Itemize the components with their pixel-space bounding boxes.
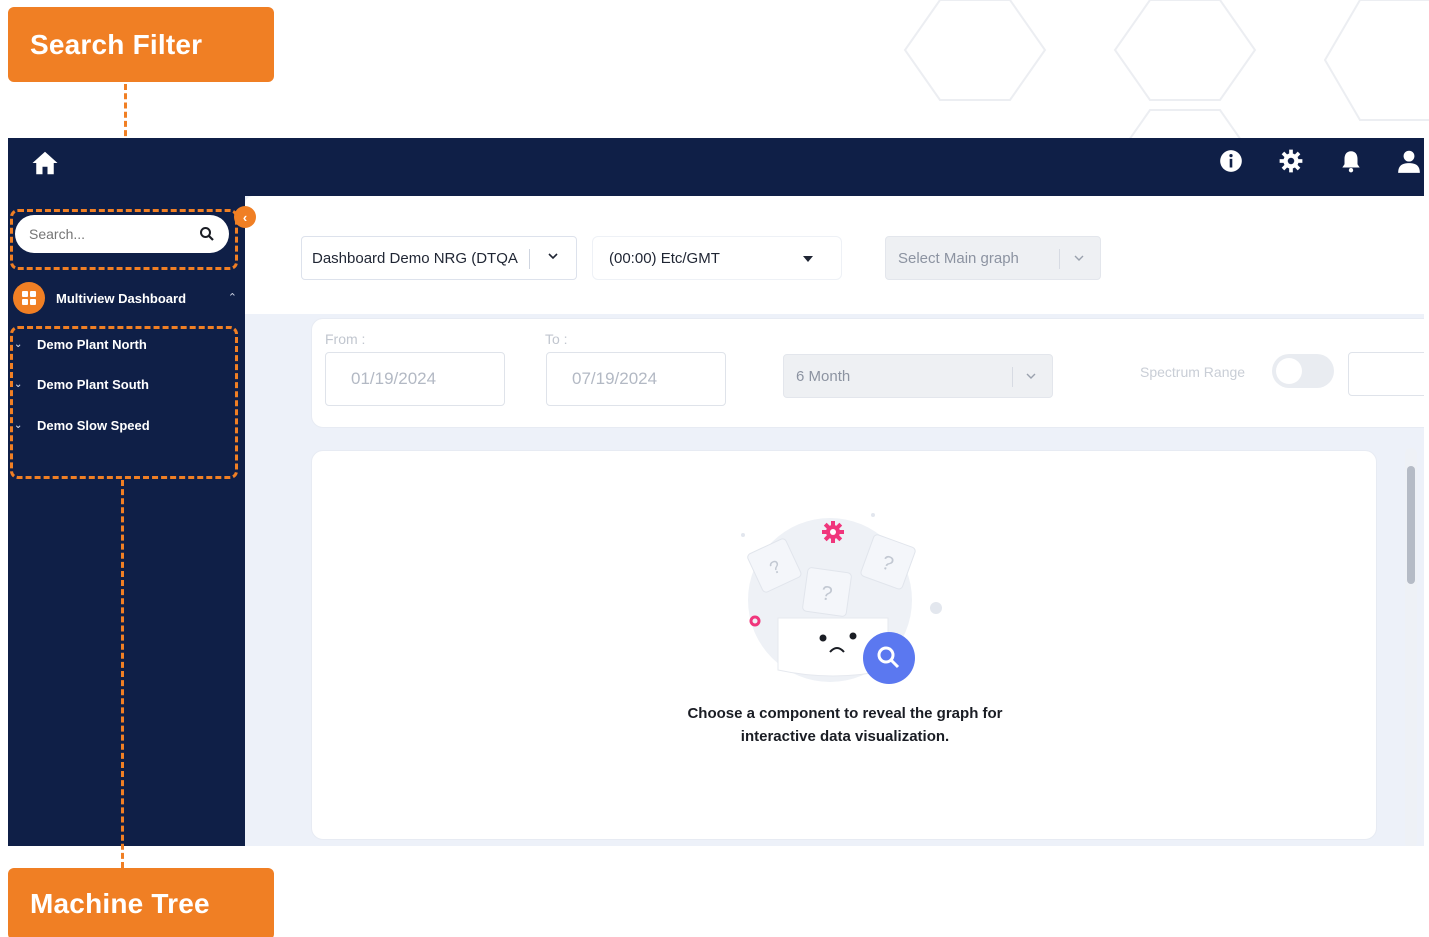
spectrum-range-label: Spectrum Range: [1140, 364, 1246, 380]
multiview-dashboard-group[interactable]: Multiview Dashboard ⌃: [13, 282, 243, 314]
machine-tree-callout: Machine Tree: [8, 868, 274, 937]
grid-icon: [13, 282, 45, 314]
empty-state-line-1: Choose a component to reveal the graph f…: [687, 705, 1003, 722]
search-filter-highlight: [10, 209, 238, 270]
vertical-scrollbar[interactable]: [1405, 448, 1417, 846]
gear-icon[interactable]: [1278, 148, 1304, 174]
from-label: From :: [325, 331, 366, 347]
hexagon-decoration: [903, 0, 1429, 140]
machine-tree-highlight: [10, 326, 238, 479]
spectrum-range-toggle[interactable]: [1272, 354, 1334, 388]
user-icon[interactable]: [1396, 148, 1422, 174]
multiview-dashboard-label: Multiview Dashboard: [56, 290, 187, 306]
home-icon[interactable]: [30, 148, 60, 178]
period-select[interactable]: 6 Month: [783, 354, 1053, 398]
from-date-input[interactable]: 01/19/2024: [325, 352, 505, 406]
spectrum-range-input[interactable]: [1348, 352, 1424, 396]
chevron-up-icon[interactable]: ⌃: [228, 291, 237, 304]
screenshot-root: Search Filter Search... Multiview Dashbo…: [0, 0, 1429, 937]
chevron-down-icon[interactable]: [1072, 251, 1086, 265]
period-select-value: 6 Month: [796, 367, 851, 385]
chevron-down-icon[interactable]: [546, 249, 560, 263]
main-graph-select-placeholder: Select Main graph: [898, 249, 1019, 267]
toggle-knob: [1276, 358, 1302, 384]
select-divider: [529, 249, 530, 269]
select-divider: [1012, 367, 1013, 387]
sidebar: Multiview Dashboard ⌃ ⌄ Demo Plant North…: [8, 196, 245, 846]
info-icon[interactable]: [1218, 148, 1244, 174]
main-content: Dashboard Demo NRG (DTQA (00:00) Etc/GMT…: [245, 196, 1424, 846]
empty-state-line-2: interactive data visualization.: [740, 728, 950, 745]
timezone-select[interactable]: (00:00) Etc/GMT: [592, 236, 842, 280]
to-label: To :: [545, 331, 568, 347]
select-divider: [1059, 249, 1060, 269]
dashboard-select[interactable]: Dashboard Demo NRG (DTQA: [301, 236, 577, 280]
chevron-down-icon[interactable]: [1024, 369, 1038, 383]
bell-icon[interactable]: [1338, 148, 1364, 174]
caret-down-icon[interactable]: [803, 256, 813, 262]
dashboard-select-value: Dashboard Demo NRG (DTQA: [312, 249, 518, 267]
scrollbar-thumb[interactable]: [1407, 466, 1415, 584]
search-filter-callout: Search Filter: [8, 7, 274, 82]
main-graph-select[interactable]: Select Main graph: [885, 236, 1101, 280]
empty-state-message: Choose a component to reveal the graph f…: [635, 702, 1055, 748]
top-navigation-bar: [8, 138, 1424, 196]
empty-state-illustration: ? ? ?: [741, 513, 942, 684]
to-date-input[interactable]: 07/19/2024: [546, 352, 726, 406]
timezone-select-value: (00:00) Etc/GMT: [609, 249, 720, 267]
machine-tree-connector: [121, 480, 124, 868]
